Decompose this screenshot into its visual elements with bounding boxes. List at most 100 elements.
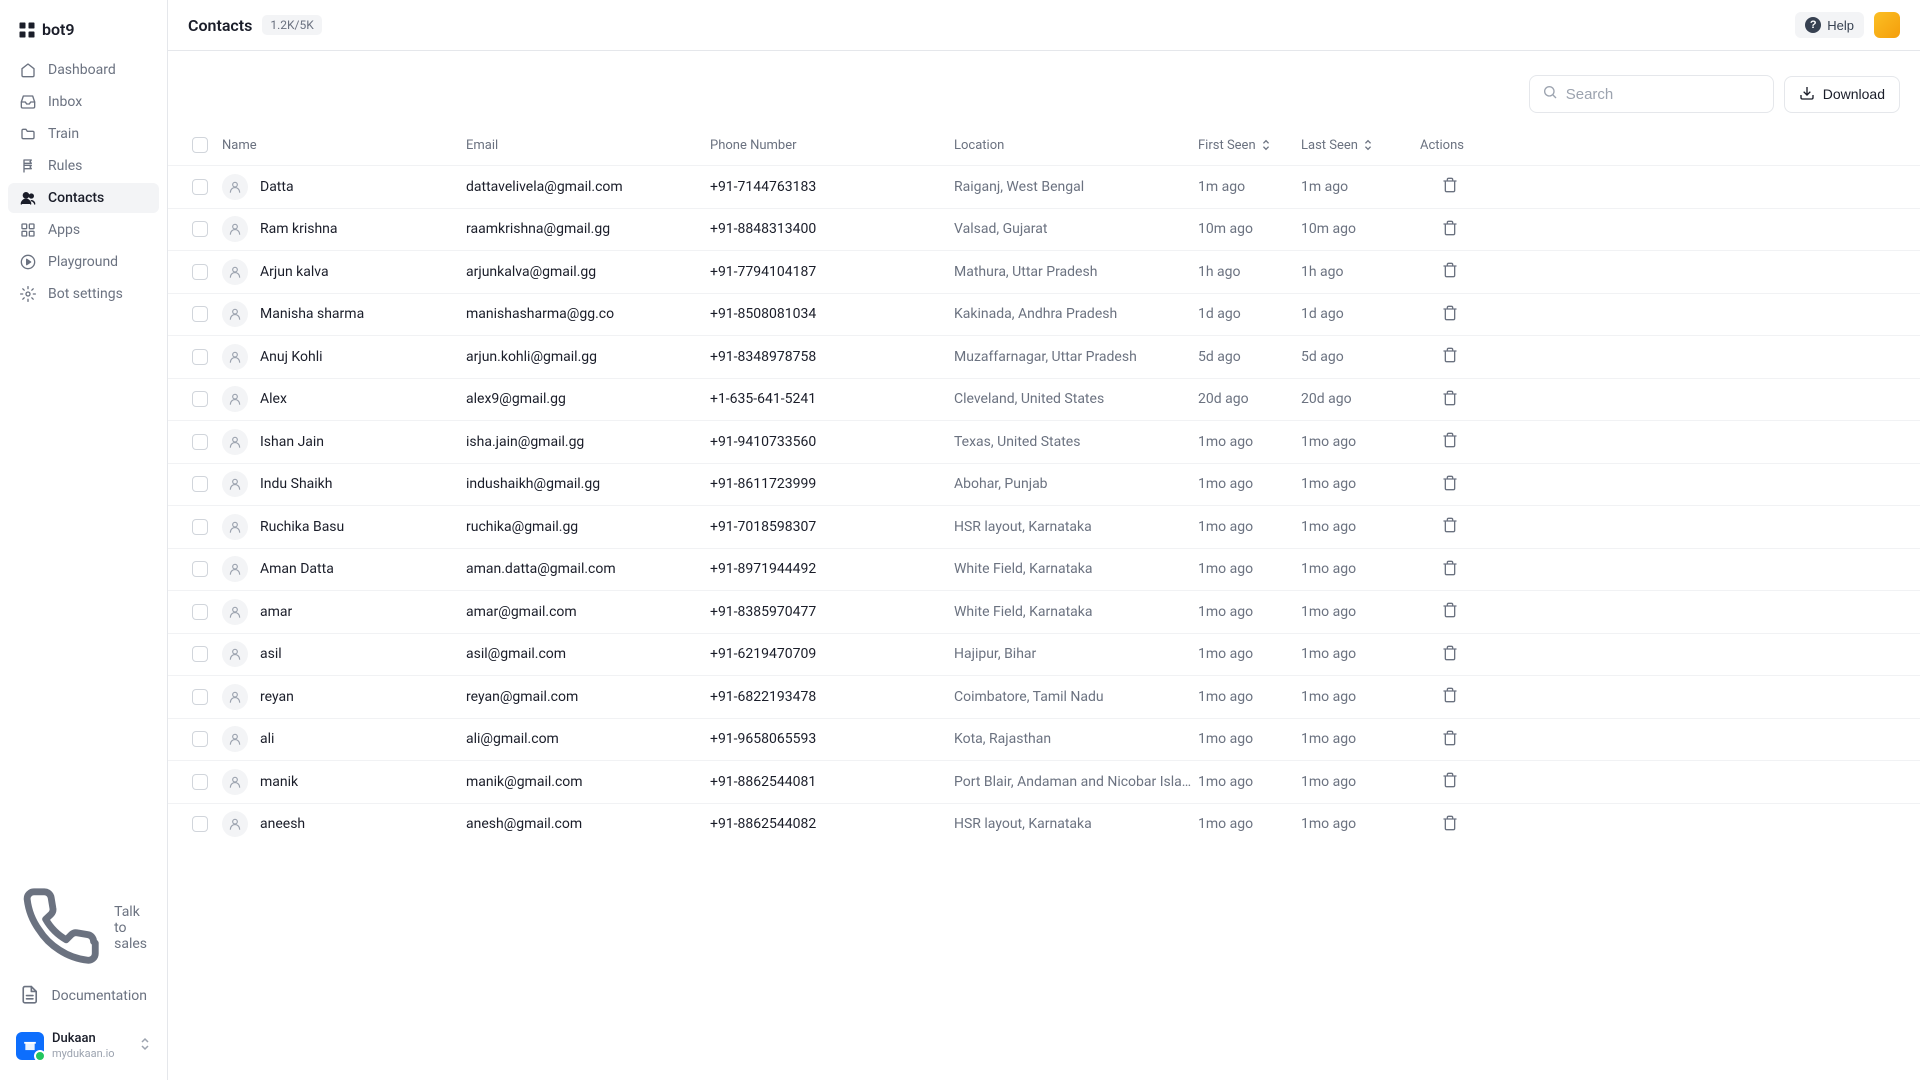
table-row[interactable]: Manisha sharma manishasharma@gg.co +91-8… [168, 293, 1920, 336]
search-box[interactable] [1529, 75, 1774, 113]
row-checkbox[interactable] [192, 434, 208, 450]
delete-button[interactable] [1436, 596, 1464, 627]
footer-item-documentation[interactable]: Documentation [8, 978, 159, 1015]
sidebar-item-bot-settings[interactable]: Bot settings [8, 279, 159, 309]
rules-icon [20, 158, 36, 174]
column-phone[interactable]: Phone Number [710, 138, 954, 153]
delete-button[interactable] [1436, 639, 1464, 670]
delete-button[interactable] [1436, 469, 1464, 500]
delete-button[interactable] [1436, 426, 1464, 457]
table-row[interactable]: Ram krishna raamkrishna@gmail.gg +91-884… [168, 208, 1920, 251]
sidebar-item-label: Train [48, 126, 79, 142]
sidebar-item-train[interactable]: Train [8, 119, 159, 149]
help-label: Help [1827, 18, 1854, 33]
sidebar-item-inbox[interactable]: Inbox [8, 87, 159, 117]
row-checkbox[interactable] [192, 179, 208, 195]
trash-icon [1442, 564, 1458, 579]
table-row[interactable]: reyan reyan@gmail.com +91-6822193478 Coi… [168, 675, 1920, 718]
sidebar-item-dashboard[interactable]: Dashboard [8, 55, 159, 85]
table-row[interactable]: Ishan Jain isha.jain@gmail.gg +91-941073… [168, 420, 1920, 463]
delete-button[interactable] [1436, 341, 1464, 372]
home-icon [20, 62, 36, 78]
contact-email: manishasharma@gg.co [466, 306, 710, 322]
contact-count-badge: 1.2K/5K [262, 15, 321, 35]
row-checkbox[interactable] [192, 264, 208, 280]
contact-phone: +91-9658065593 [710, 731, 954, 747]
delete-button[interactable] [1436, 724, 1464, 755]
table-row[interactable]: Ruchika Basu ruchika@gmail.gg +91-701859… [168, 505, 1920, 548]
delete-button[interactable] [1436, 554, 1464, 585]
delete-button[interactable] [1436, 299, 1464, 330]
row-checkbox[interactable] [192, 306, 208, 322]
help-button[interactable]: ? Help [1795, 12, 1864, 38]
row-checkbox[interactable] [192, 349, 208, 365]
contact-avatar [222, 174, 248, 200]
row-checkbox[interactable] [192, 689, 208, 705]
table-row[interactable]: Indu Shaikh indushaikh@gmail.gg +91-8611… [168, 463, 1920, 506]
sidebar-item-label: Contacts [48, 190, 104, 206]
contact-location: Kota, Rajasthan [954, 731, 1198, 747]
contact-name: Alex [260, 391, 287, 407]
delete-button[interactable] [1436, 256, 1464, 287]
sidebar-item-rules[interactable]: Rules [8, 151, 159, 181]
user-avatar[interactable] [1874, 12, 1900, 38]
brand-logo[interactable]: bot9 [8, 12, 159, 55]
table-row[interactable]: aneesh anesh@gmail.com +91-8862544082 HS… [168, 803, 1920, 846]
contact-avatar [222, 471, 248, 497]
sidebar-item-apps[interactable]: Apps [8, 215, 159, 245]
trash-icon [1442, 394, 1458, 409]
sidebar-item-contacts[interactable]: Contacts [8, 183, 159, 213]
contact-avatar [222, 811, 248, 837]
contact-email: aman.datta@gmail.com [466, 561, 710, 577]
delete-button[interactable] [1436, 511, 1464, 542]
sidebar-item-playground[interactable]: Playground [8, 247, 159, 277]
search-input[interactable] [1566, 86, 1761, 103]
column-first-seen[interactable]: First Seen [1198, 138, 1301, 153]
row-checkbox[interactable] [192, 561, 208, 577]
contact-location: Coimbatore, Tamil Nadu [954, 689, 1198, 705]
table-row[interactable]: asil asil@gmail.com +91-6219470709 Hajip… [168, 633, 1920, 676]
row-checkbox[interactable] [192, 816, 208, 832]
row-checkbox[interactable] [192, 476, 208, 492]
table-row[interactable]: amar amar@gmail.com +91-8385970477 White… [168, 590, 1920, 633]
column-last-seen[interactable]: Last Seen [1301, 138, 1404, 153]
delete-button[interactable] [1436, 384, 1464, 415]
table-row[interactable]: Alex alex9@gmail.gg +1-635-641-5241 Clev… [168, 378, 1920, 421]
delete-button[interactable] [1436, 766, 1464, 797]
table-row[interactable]: manik manik@gmail.com +91-8862544081 Por… [168, 760, 1920, 803]
delete-button[interactable] [1436, 214, 1464, 245]
select-all-checkbox[interactable] [192, 137, 208, 153]
column-email[interactable]: Email [466, 138, 710, 153]
table-row[interactable]: Aman Datta aman.datta@gmail.com +91-8971… [168, 548, 1920, 591]
row-checkbox[interactable] [192, 604, 208, 620]
footer-item-label: Documentation [51, 988, 147, 1004]
contact-first-seen: 1mo ago [1198, 604, 1301, 620]
row-checkbox[interactable] [192, 731, 208, 747]
column-actions: Actions [1404, 138, 1464, 153]
contact-avatar [222, 769, 248, 795]
row-checkbox[interactable] [192, 519, 208, 535]
table-row[interactable]: Datta dattavelivela@gmail.com +91-714476… [168, 165, 1920, 208]
contact-avatar [222, 216, 248, 242]
row-checkbox[interactable] [192, 221, 208, 237]
column-location[interactable]: Location [954, 138, 1198, 153]
trash-icon [1442, 691, 1458, 706]
contact-location: HSR layout, Karnataka [954, 519, 1198, 535]
delete-button[interactable] [1436, 681, 1464, 712]
footer-item-talk-to-sales[interactable]: Talk to sales [8, 878, 159, 978]
contact-location: Cleveland, United States [954, 391, 1198, 407]
row-checkbox[interactable] [192, 646, 208, 662]
workspace-switcher[interactable]: Dukaan mydukaan.io [8, 1023, 159, 1068]
table-row[interactable]: Arjun kalva arjunkalva@gmail.gg +91-7794… [168, 250, 1920, 293]
row-checkbox[interactable] [192, 391, 208, 407]
column-name[interactable]: Name [222, 138, 466, 153]
download-button[interactable]: Download [1784, 76, 1900, 113]
delete-button[interactable] [1436, 809, 1464, 840]
delete-button[interactable] [1436, 171, 1464, 202]
row-checkbox[interactable] [192, 774, 208, 790]
contact-first-seen: 5d ago [1198, 349, 1301, 365]
table-row[interactable]: Anuj Kohli arjun.kohli@gmail.gg +91-8348… [168, 335, 1920, 378]
sidebar-item-label: Rules [48, 158, 82, 174]
table-row[interactable]: ali ali@gmail.com +91-9658065593 Kota, R… [168, 718, 1920, 761]
contact-email: arjunkalva@gmail.gg [466, 264, 710, 280]
